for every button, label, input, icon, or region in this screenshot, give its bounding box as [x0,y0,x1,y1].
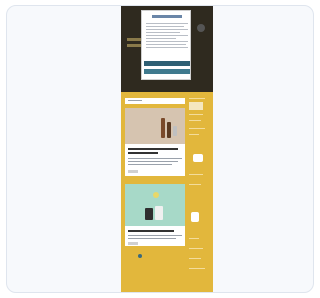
page-thumbnail[interactable] [121,6,213,292]
bottle-graphic [155,206,163,220]
read-more-button[interactable] [128,242,138,245]
sidebar-line [189,120,201,121]
figure-icon [191,212,199,222]
sidebar-line [189,258,201,259]
sidebar-line [189,174,203,175]
hero-text-line [127,44,141,47]
accept-cookies-button[interactable] [144,61,190,66]
consent-text-line [146,44,186,45]
consent-text-line [146,23,188,24]
avatar [197,24,205,32]
jar-graphic [145,208,153,220]
post-excerpt-line [128,238,176,239]
post-title-line [128,148,178,150]
consent-logo [152,15,182,18]
consent-text-line [146,32,180,33]
post-excerpt-line [128,235,182,236]
consent-text-line [146,29,188,30]
post-image [125,108,185,144]
sidebar-line [189,238,199,239]
consent-text-line [146,38,176,39]
read-more-button[interactable] [128,170,138,173]
flower-graphic [153,192,159,198]
consent-text-line [146,41,188,42]
consent-text-line [146,26,184,27]
post-image [125,184,185,226]
search-placeholder-line [128,100,142,101]
sidebar-line [189,98,205,99]
cookie-consent-dialog [141,10,191,80]
consent-text-line [146,35,188,36]
post-card[interactable] [125,184,185,246]
post-card[interactable] [125,108,185,176]
sidebar-line [189,114,203,115]
sidebar-widget [189,102,203,110]
bottle-graphic [173,126,177,136]
consent-text-line [146,47,188,48]
manage-cookies-button[interactable] [144,69,190,74]
post-excerpt-line [128,164,172,165]
post-excerpt-line [128,158,182,159]
post-title-line [128,152,158,154]
bottle-graphic [167,122,171,138]
cow-icon [193,154,203,162]
screenshot-preview-card [6,5,314,293]
sidebar-line [189,248,203,249]
sidebar [189,98,209,278]
search-bar[interactable] [125,98,185,104]
bottle-graphic [161,118,165,138]
sidebar-line [189,128,205,129]
sidebar-line [189,184,201,185]
post-excerpt-line [128,161,178,162]
post-title-line [128,230,174,232]
sidebar-line [189,134,199,135]
pagination-dot[interactable] [138,254,142,258]
sidebar-line [189,268,205,269]
